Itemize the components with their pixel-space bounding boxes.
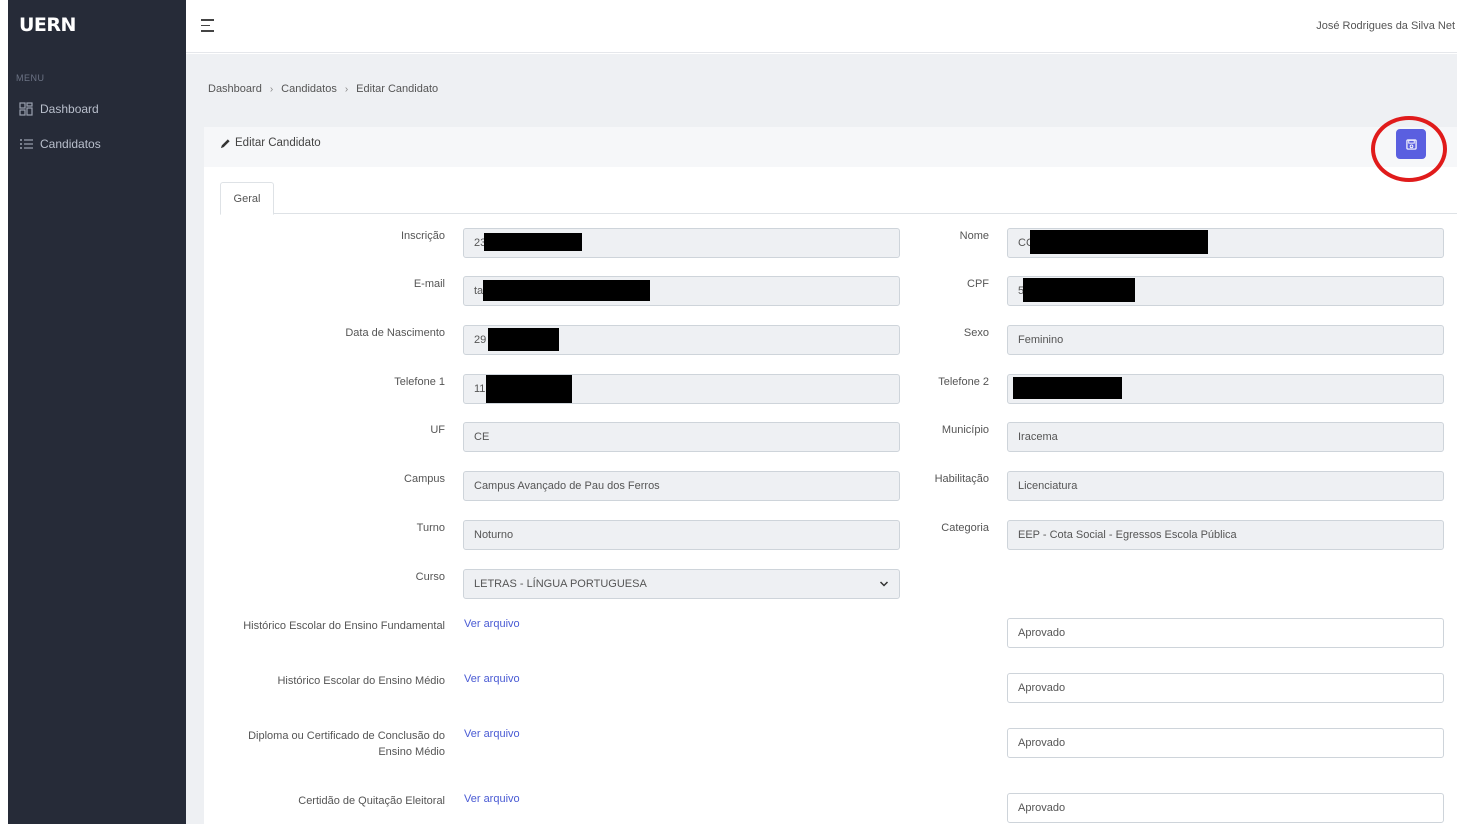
label-diploma-line1: Diploma ou Certificado de Conclusão do [248,730,445,742]
sidebar: UERN MENU Dashboard Candidatos [8,0,186,824]
label-historico-medio: Histórico Escolar do Ensino Médio [277,675,445,687]
municipio-field[interactable]: Iracema [1007,422,1444,452]
redaction-box [483,280,650,301]
redaction-box [488,328,559,351]
redaction-box [484,233,582,251]
curso-select[interactable]: LETRAS - LÍNGUA PORTUGUESA [463,569,900,599]
list-icon [20,139,33,149]
campus-field[interactable]: Campus Avançado de Pau dos Ferros [463,471,900,501]
label-email: E-mail [413,278,445,290]
breadcrumb: Dashboard › Candidatos › Editar Candidat… [208,83,438,95]
label-municipio: Município [941,424,989,436]
breadcrumb-separator-icon: › [269,83,274,95]
label-turno: Turno [416,522,445,534]
label-telefone1: Telefone 1 [394,376,445,388]
sexo-field[interactable]: Feminino [1007,325,1444,355]
save-button[interactable] [1396,129,1426,159]
dashboard-grid-icon [19,102,33,116]
habilitacao-field[interactable]: Licenciatura [1007,471,1444,501]
pencil-icon [220,138,230,148]
redaction-box [1023,278,1135,302]
ver-arquivo-link[interactable]: Ver arquivo [464,728,520,740]
turno-field[interactable]: Noturno [463,520,900,550]
user-name[interactable]: José Rodrigues da Silva Net [1316,20,1455,32]
categoria-field[interactable]: EEP - Cota Social - Egressos Escola Públ… [1007,520,1444,550]
label-inscricao: Inscrição [400,230,445,242]
sidebar-item-candidatos[interactable]: Candidatos [19,134,101,154]
label-habilitacao: Habilitação [934,473,989,485]
redaction-box [1030,230,1208,254]
breadcrumb-dashboard[interactable]: Dashboard [208,83,262,95]
sidebar-item-dashboard[interactable]: Dashboard [19,99,99,119]
label-nome: Nome [959,230,989,242]
label-diploma-line2: Ensino Médio [378,746,445,758]
label-sexo: Sexo [963,327,989,339]
card-title: Editar Candidato [220,137,321,149]
label-historico-fundamental: Histórico Escolar do Ensino Fundamental [243,620,445,632]
breadcrumb-separator-icon: › [344,83,349,95]
ver-arquivo-link[interactable]: Ver arquivo [464,618,520,630]
redaction-box [1013,377,1122,399]
breadcrumb-current: Editar Candidato [356,83,439,95]
status-field-historico-fundamental[interactable]: Aprovado [1007,618,1444,648]
label-curso: Curso [415,571,445,583]
chevron-down-icon [879,581,889,587]
sidebar-item-label: Dashboard [40,102,99,116]
status-field-historico-medio[interactable]: Aprovado [1007,673,1444,703]
label-telefone2: Telefone 2 [938,376,989,388]
label-categoria: Categoria [941,522,989,534]
redaction-box [486,375,572,403]
label-uf: UF [430,424,445,436]
status-field-quitacao-eleitoral[interactable]: Aprovado [1007,793,1444,823]
breadcrumb-candidatos[interactable]: Candidatos [281,83,337,95]
status-field-diploma[interactable]: Aprovado [1007,728,1444,758]
label-campus: Campus [404,473,445,485]
uf-field[interactable]: CE [463,422,900,452]
menu-caption: MENU [16,73,45,83]
app-logo[interactable]: UERN [19,14,76,36]
label-cpf: CPF [967,278,989,290]
save-icon [1405,138,1417,150]
tab-bar: Geral [220,182,1457,215]
hamburger-menu-icon[interactable] [201,19,215,32]
card-header: Editar Candidato [204,116,1457,182]
tab-geral[interactable]: Geral [220,182,274,215]
ver-arquivo-link[interactable]: Ver arquivo [464,793,520,805]
ver-arquivo-link[interactable]: Ver arquivo [464,673,520,685]
label-quitacao-eleitoral: Certidão de Quitação Eleitoral [298,795,445,807]
label-nascimento: Data de Nascimento [345,327,445,339]
topbar: José Rodrigues da Silva Net [186,0,1457,53]
left-edge-strip [0,0,8,824]
sidebar-item-label: Candidatos [40,137,101,151]
card-title-text: Editar Candidato [235,137,321,149]
